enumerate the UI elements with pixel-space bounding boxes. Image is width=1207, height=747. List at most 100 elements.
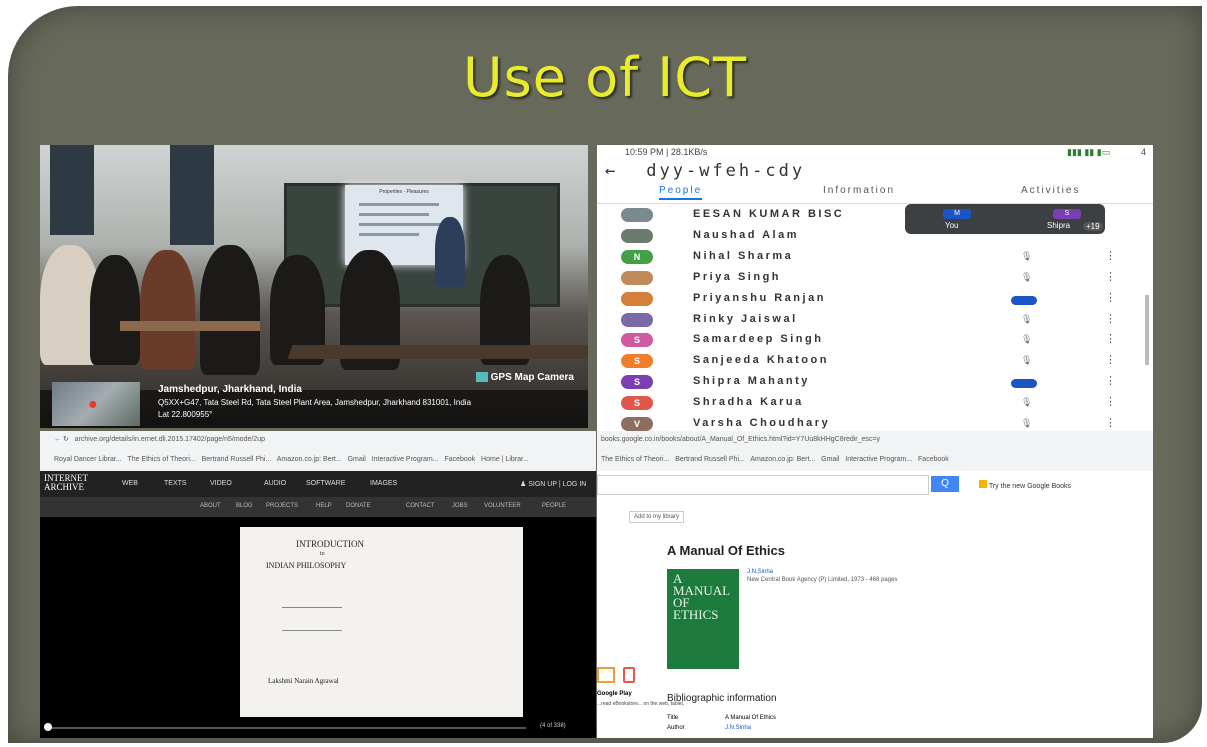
picture-in-picture[interactable]: M You S Shipra +19 bbox=[905, 204, 1105, 234]
nav-audio[interactable]: AUDIO bbox=[264, 480, 286, 487]
book-progress[interactable]: (4 of 338) bbox=[40, 722, 596, 734]
nav-video[interactable]: VIDEO bbox=[210, 480, 232, 487]
nav-web[interactable]: WEB bbox=[122, 480, 138, 487]
subnav-help[interactable]: HELP bbox=[316, 503, 332, 509]
participant-row[interactable]: V Varsha Choudhary 🎙 ⋮ bbox=[597, 414, 1153, 431]
classroom-photo: Properties · Pleasures GPS Map Camera ● … bbox=[40, 145, 588, 428]
participant-name: EESAN KUMAR BISC bbox=[693, 208, 845, 220]
more-options-icon[interactable]: ⋮ bbox=[1105, 270, 1116, 283]
avatar bbox=[621, 208, 653, 222]
subnav-about[interactable]: ABOUT bbox=[200, 503, 221, 509]
subnav-projects[interactable]: PROJECTS bbox=[266, 503, 298, 509]
avatar: S bbox=[621, 333, 653, 348]
bookmark-item[interactable]: Royal Dancer Librar... bbox=[54, 456, 122, 463]
avatar bbox=[621, 291, 653, 306]
subnav-jobs[interactable]: JOBS bbox=[452, 503, 468, 509]
avatar: S bbox=[621, 396, 653, 411]
progress-handle[interactable] bbox=[44, 723, 52, 731]
participant-row[interactable]: Priyanshu Ranjan ⋮ bbox=[597, 289, 1153, 310]
bookmark-item[interactable]: Amazon.co.jp: Bert... bbox=[277, 456, 342, 463]
tab-information[interactable]: Information bbox=[823, 185, 895, 196]
cover-title: A MANUAL OF ETHICS bbox=[673, 571, 731, 622]
url-text: books.google.co.in/books/about/A_Manual_… bbox=[601, 436, 880, 443]
bookmark-item[interactable]: Gmail bbox=[821, 456, 839, 463]
participant-row[interactable]: S Shipra Mahanty ⋮ bbox=[597, 372, 1153, 393]
participant-row[interactable]: S Sanjeeda Khatoon 🎙 ⋮ bbox=[597, 351, 1153, 372]
student bbox=[90, 255, 140, 365]
archive-logo[interactable]: INTERNET ARCHIVE bbox=[44, 474, 88, 492]
tab-people[interactable]: People bbox=[659, 185, 703, 200]
mic-muted-icon: 🎙 bbox=[1021, 271, 1033, 282]
student bbox=[200, 245, 260, 375]
address-bar[interactable]: books.google.co.in/books/about/A_Manual_… bbox=[597, 431, 1153, 449]
more-options-icon[interactable]: ⋮ bbox=[1105, 332, 1116, 345]
participant-row[interactable]: Priya Singh 🎙 ⋮ bbox=[597, 268, 1153, 289]
bookmarks-bar: The Ethics of Theori... Bertrand Russell… bbox=[597, 449, 1153, 471]
nav-images[interactable]: IMAGES bbox=[370, 480, 397, 487]
bookmark-item[interactable]: Facebook bbox=[918, 456, 949, 463]
more-options-icon[interactable]: ⋮ bbox=[1105, 353, 1116, 366]
participant-row[interactable]: S Shradha Karua 🎙 ⋮ bbox=[597, 393, 1153, 414]
window bbox=[50, 145, 94, 235]
archive-subnav: ABOUT BLOG PROJECTS HELP DONATE CONTACT … bbox=[40, 497, 596, 517]
more-options-icon[interactable]: ⋮ bbox=[1105, 312, 1116, 325]
avatar: S bbox=[621, 354, 653, 369]
address-bar[interactable]: ← ↻ archive.org/details/in.ernet.dli.201… bbox=[40, 431, 596, 449]
add-to-library-button[interactable]: Add to my library bbox=[629, 511, 685, 523]
back-icon[interactable]: ← bbox=[54, 436, 61, 443]
nav-texts[interactable]: TEXTS bbox=[164, 480, 187, 487]
tab-activities[interactable]: Activities bbox=[1021, 185, 1080, 196]
internet-archive-screenshot: ← ↻ archive.org/details/in.ernet.dli.201… bbox=[40, 431, 596, 738]
bookmark-item[interactable]: Interactive Program... bbox=[372, 456, 439, 463]
bookmark-item[interactable]: Amazon.co.jp: Bert... bbox=[750, 456, 815, 463]
book-ornament bbox=[282, 607, 342, 631]
more-options-icon[interactable]: ⋮ bbox=[1105, 291, 1116, 304]
author-link[interactable]: J.N.Sinha bbox=[747, 569, 773, 575]
mic-muted-icon: 🎙 bbox=[1021, 418, 1033, 428]
signin-link[interactable]: ♟ SIGN UP | LOG IN bbox=[520, 480, 586, 488]
more-options-icon[interactable]: ⋮ bbox=[1105, 249, 1116, 262]
reload-icon[interactable]: ↻ bbox=[63, 436, 69, 443]
bookmark-item[interactable]: Bertrand Russell Phi... bbox=[675, 456, 745, 463]
subnav-donate[interactable]: DONATE bbox=[346, 503, 371, 509]
biblio-title-value: A Manual Of Ethics bbox=[725, 715, 777, 721]
bookmark-item[interactable]: Facebook bbox=[444, 456, 475, 463]
bookmark-item[interactable]: Bertrand Russell Phi... bbox=[202, 456, 272, 463]
subnav-contact[interactable]: CONTACT bbox=[406, 503, 435, 509]
biblio-author-value[interactable]: J.N.Sinha bbox=[725, 725, 751, 731]
search-input[interactable] bbox=[597, 475, 929, 495]
bookmark-item[interactable]: Interactive Program... bbox=[845, 456, 912, 463]
participant-row[interactable]: N Nihal Sharma 🎙 ⋮ bbox=[597, 247, 1153, 268]
nav-software[interactable]: SOFTWARE bbox=[306, 480, 345, 487]
bookmarks-bar: Royal Dancer Librar... The Ethics of The… bbox=[40, 449, 596, 471]
search-button[interactable]: Q bbox=[931, 476, 959, 492]
pip-other-chip: S bbox=[1053, 209, 1081, 219]
slide: Use of ICT Properties · Pleasures GPS Ma… bbox=[8, 6, 1202, 743]
scrollbar[interactable] bbox=[1145, 295, 1149, 365]
subnav-blog[interactable]: BLOG bbox=[236, 503, 253, 509]
pip-you-label: You bbox=[945, 221, 959, 230]
more-options-icon[interactable]: ⋮ bbox=[1105, 374, 1116, 387]
projector-slide-title: Properties · Pleasures bbox=[379, 189, 429, 195]
slide-title: Use of ICT bbox=[463, 46, 747, 109]
book-cover[interactable]: A MANUAL OF ETHICS bbox=[667, 569, 739, 669]
back-arrow-icon[interactable]: ← bbox=[605, 161, 618, 181]
window bbox=[170, 145, 214, 245]
bookmark-item[interactable]: Home | Librar... bbox=[481, 456, 529, 463]
gps-badge: GPS Map Camera bbox=[475, 372, 574, 383]
meet-screenshot: 10:59 PM | 28.1KB/s ▮▮▮ ▮▮ ▮▭ 4 ← dyy-wfe… bbox=[597, 145, 1153, 431]
subnav-people[interactable]: PEOPLE bbox=[542, 503, 566, 509]
more-options-icon[interactable]: ⋮ bbox=[1105, 416, 1116, 429]
subnav-volunteer[interactable]: VOLUNTEER bbox=[484, 503, 521, 509]
progress-track[interactable] bbox=[46, 727, 526, 729]
try-new-google-books[interactable]: Try the new Google Books bbox=[979, 480, 1071, 490]
more-options-icon[interactable]: ⋮ bbox=[1105, 395, 1116, 408]
map-thumbnail: ● bbox=[52, 382, 140, 426]
bookmark-item[interactable]: The Ethics of Theori... bbox=[601, 456, 669, 463]
avatar: V bbox=[621, 417, 653, 431]
participant-row[interactable]: Rinky Jaiswal 🎙 ⋮ bbox=[597, 310, 1153, 331]
bookmark-item[interactable]: The Ethics of Theori... bbox=[127, 456, 195, 463]
user-icon: ♟ bbox=[520, 481, 527, 488]
participant-row[interactable]: S Samardeep Singh 🎙 ⋮ bbox=[597, 330, 1153, 351]
bookmark-item[interactable]: Gmail bbox=[348, 456, 366, 463]
